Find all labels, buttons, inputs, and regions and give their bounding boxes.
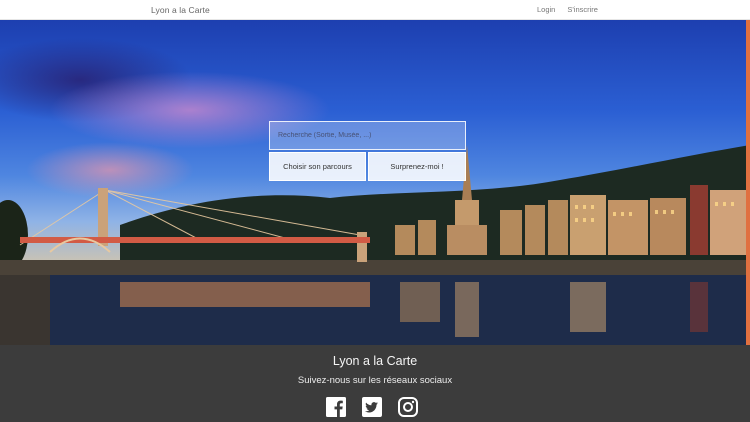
right-accent-strip — [746, 20, 750, 345]
search-input[interactable] — [269, 121, 466, 150]
surprise-me-button[interactable]: Surprenez-moi ! — [368, 152, 466, 181]
footer-title: Lyon a la Carte — [332, 354, 418, 368]
top-navbar: Lyon a la Carte Login S'inscrire — [0, 0, 750, 20]
lyon-cityscape-image — [0, 145, 750, 345]
choose-route-button[interactable]: Choisir son parcours — [269, 152, 366, 181]
nav-links: Login S'inscrire — [537, 5, 598, 14]
signup-link[interactable]: S'inscrire — [567, 5, 598, 14]
brand-link[interactable]: Lyon a la Carte — [151, 5, 210, 15]
facebook-icon[interactable] — [326, 397, 346, 417]
hero-background: Choisir son parcours Surprenez-moi ! — [0, 20, 750, 345]
instagram-icon[interactable] — [398, 397, 418, 417]
twitter-icon[interactable] — [362, 397, 382, 417]
footer: Lyon a la Carte Suivez-nous sur les rése… — [0, 345, 750, 422]
footer-subtitle: Suivez-nous sur les réseaux sociaux — [297, 375, 453, 386]
social-links — [326, 397, 418, 417]
login-link[interactable]: Login — [537, 5, 555, 14]
